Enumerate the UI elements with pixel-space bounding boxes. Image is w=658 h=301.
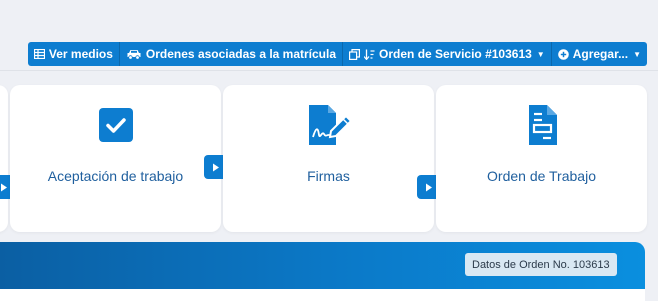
orden-servicio-dropdown[interactable]: Orden de Servicio #103613 ▼ [343, 42, 552, 66]
step-card-firmas[interactable]: Firmas [223, 85, 434, 232]
step-label-orden-trabajo: Orden de Trabajo [487, 168, 596, 184]
signature-icon [306, 105, 352, 145]
order-number-badge: Datos de Orden No. 103613 [465, 253, 617, 276]
step-label-firmas: Firmas [307, 168, 350, 184]
chevron-down-icon: ▼ [633, 49, 641, 59]
ordenes-asociadas-label: Ordenes asociadas a la matrícula [145, 47, 337, 61]
action-toolbar: Ver medios Ordenes asociadas a la matríc… [27, 42, 647, 66]
step-card-aceptacion[interactable]: Aceptación de trabajo [10, 85, 221, 232]
sort-down-icon [364, 49, 375, 60]
car-icon [127, 49, 141, 60]
content-panel [0, 289, 645, 301]
ver-medios-label: Ver medios [48, 47, 113, 61]
play-icon [426, 183, 432, 191]
step-card-orden-trabajo[interactable]: Orden de Trabajo [436, 85, 647, 232]
agregar-dropdown[interactable]: Agregar... ▼ [551, 42, 647, 66]
play-icon [1, 183, 7, 191]
copy-icon [349, 48, 361, 60]
plus-circle-icon [557, 48, 569, 60]
ver-medios-button[interactable]: Ver medios [27, 42, 120, 66]
step-card-previous[interactable] [0, 85, 8, 232]
header-divider [0, 70, 658, 71]
checkbox-icon [98, 105, 133, 145]
orden-servicio-label: Orden de Servicio #103613 [379, 47, 532, 61]
step-label-aceptacion: Aceptación de trabajo [47, 168, 184, 184]
chevron-down-icon: ▼ [536, 49, 545, 59]
play-icon [213, 163, 219, 171]
document-icon [527, 105, 557, 145]
ordenes-asociadas-button[interactable]: Ordenes asociadas a la matrícula [119, 42, 344, 66]
table-icon [33, 49, 45, 59]
agregar-label: Agregar... [572, 47, 629, 61]
